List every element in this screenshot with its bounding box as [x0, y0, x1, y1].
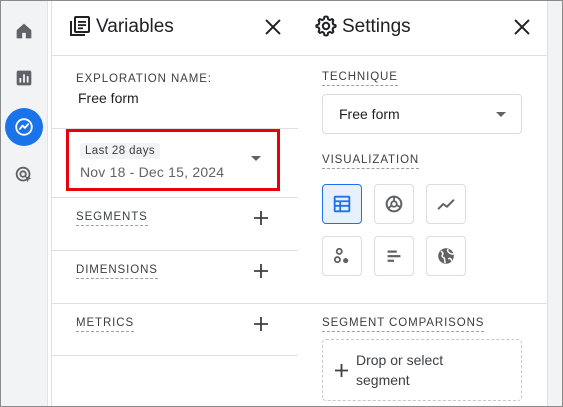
visualization-label: VISUALIZATION	[322, 154, 420, 169]
technique-select[interactable]: Free form	[322, 94, 522, 134]
divider	[52, 355, 298, 356]
table-icon	[333, 195, 351, 213]
settings-panel: Settings TECHNIQUE Free form VISUALIZATI…	[298, 1, 548, 406]
dimensions-label: DIMENSIONS	[76, 264, 158, 279]
dropdown-caret-icon	[251, 156, 261, 161]
viz-bar-button[interactable]	[374, 236, 414, 276]
settings-header: Settings	[298, 1, 547, 56]
date-range-text: Nov 18 - Dec 15, 2024	[80, 164, 225, 180]
variables-panel: Variables EXPLORATION NAME: Free form La…	[51, 1, 299, 406]
app-frame: Variables EXPLORATION NAME: Free form La…	[0, 0, 563, 407]
segment-comparisons-label: SEGMENT COMPARISONS	[322, 317, 485, 332]
bar-chart-icon	[387, 250, 401, 262]
viz-table-button[interactable]	[322, 184, 362, 224]
date-preset-chip: Last 28 days	[80, 143, 161, 159]
close-variables-button[interactable]	[260, 14, 286, 40]
variables-title: Variables	[96, 16, 174, 37]
left-nav-rail	[1, 1, 48, 406]
viz-geo-button[interactable]	[426, 236, 466, 276]
date-range-selector[interactable]: Last 28 days Nov 18 - Dec 15, 2024	[66, 129, 280, 191]
viz-line-button[interactable]	[426, 184, 466, 224]
close-icon	[265, 19, 281, 35]
add-metric-plus-icon[interactable]	[252, 315, 270, 333]
divider	[52, 250, 298, 251]
nav-advertising-button[interactable]	[5, 156, 43, 194]
nav-reports-button[interactable]	[5, 59, 43, 97]
divider	[52, 303, 298, 304]
line-chart-icon	[437, 199, 455, 210]
settings-title: Settings	[342, 16, 411, 37]
scatter-plot-icon	[333, 247, 349, 264]
dropdown-caret-icon	[496, 112, 506, 117]
divider	[298, 303, 547, 304]
technique-value: Free form	[339, 106, 400, 122]
drop-segment-text: Drop or select segment	[356, 352, 444, 388]
home-icon	[16, 23, 32, 39]
advertising-icon	[15, 166, 32, 183]
technique-label: TECHNIQUE	[322, 71, 398, 86]
add-dimension-plus-icon[interactable]	[252, 262, 270, 280]
nav-explore-button[interactable]	[5, 108, 43, 146]
geo-map-icon	[438, 248, 454, 264]
reports-icon	[16, 70, 32, 86]
canvas-gutter	[548, 1, 562, 406]
exploration-name-field[interactable]: Free form	[78, 90, 139, 106]
divider	[52, 197, 298, 198]
segment-drop-zone[interactable]: Drop or select segment	[322, 339, 522, 401]
gear-icon	[315, 15, 337, 37]
explore-icon	[15, 118, 33, 136]
close-settings-button[interactable]	[509, 14, 535, 40]
viz-donut-button[interactable]	[374, 184, 414, 224]
exploration-name-label: EXPLORATION NAME:	[76, 73, 212, 85]
variables-list-icon	[70, 16, 90, 36]
metrics-label: METRICS	[76, 317, 135, 332]
variables-header: Variables	[52, 1, 298, 56]
add-icon	[335, 364, 348, 377]
close-icon	[514, 19, 530, 35]
segments-label: SEGMENTS	[76, 211, 148, 226]
nav-home-button[interactable]	[5, 12, 43, 50]
add-segment-plus-icon[interactable]	[252, 209, 270, 227]
viz-scatter-button[interactable]	[322, 236, 362, 276]
donut-chart-icon	[385, 195, 403, 213]
